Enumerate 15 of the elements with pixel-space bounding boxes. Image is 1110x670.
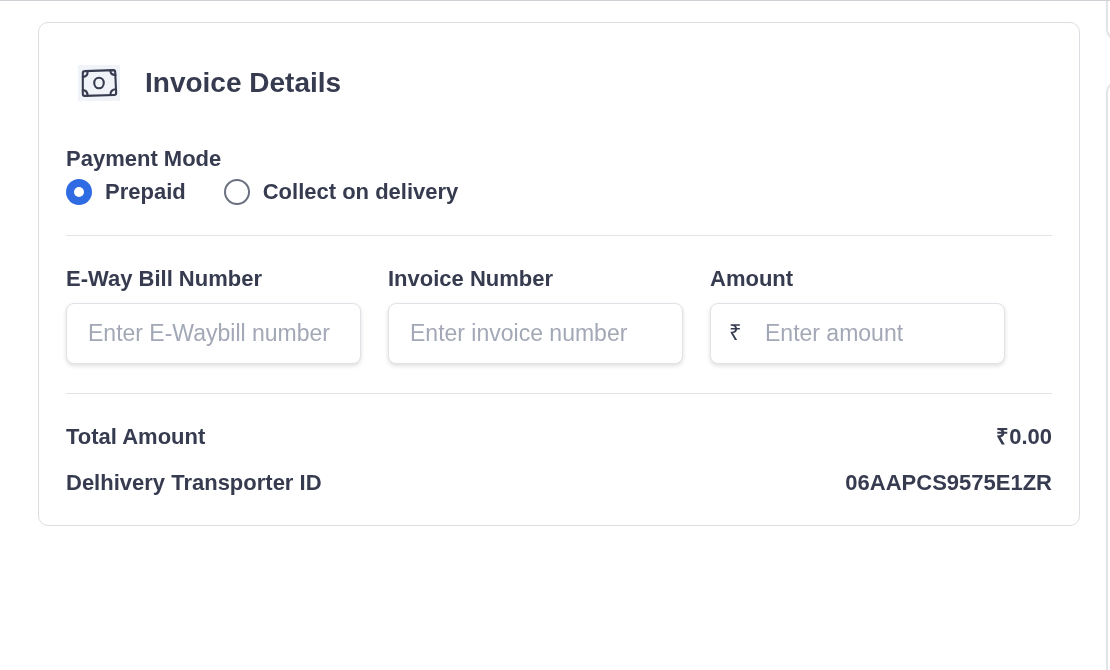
summary-label: Delhivery Transporter ID xyxy=(66,470,322,496)
summary-value: 06AAPCS9575E1ZR xyxy=(845,470,1052,496)
currency-symbol: ₹ xyxy=(729,319,742,347)
field-label: Invoice Number xyxy=(388,266,554,292)
field-label: E-Way Bill Number xyxy=(66,266,262,292)
card-title: Invoice Details xyxy=(145,66,342,100)
input-field[interactable]: Enter invoice number xyxy=(388,303,683,364)
input-field[interactable]: Enter E-Waybill number xyxy=(66,303,361,364)
banknote-icon xyxy=(78,65,120,101)
field-label: Payment Mode xyxy=(66,146,222,172)
summary-label: Total Amount xyxy=(66,424,206,450)
radio-option[interactable]: Prepaid xyxy=(66,178,186,206)
summary-value: ₹0.00 xyxy=(996,424,1052,450)
field-label: Amount xyxy=(710,266,794,292)
radio-option[interactable]: Collect on delivery xyxy=(223,178,459,206)
